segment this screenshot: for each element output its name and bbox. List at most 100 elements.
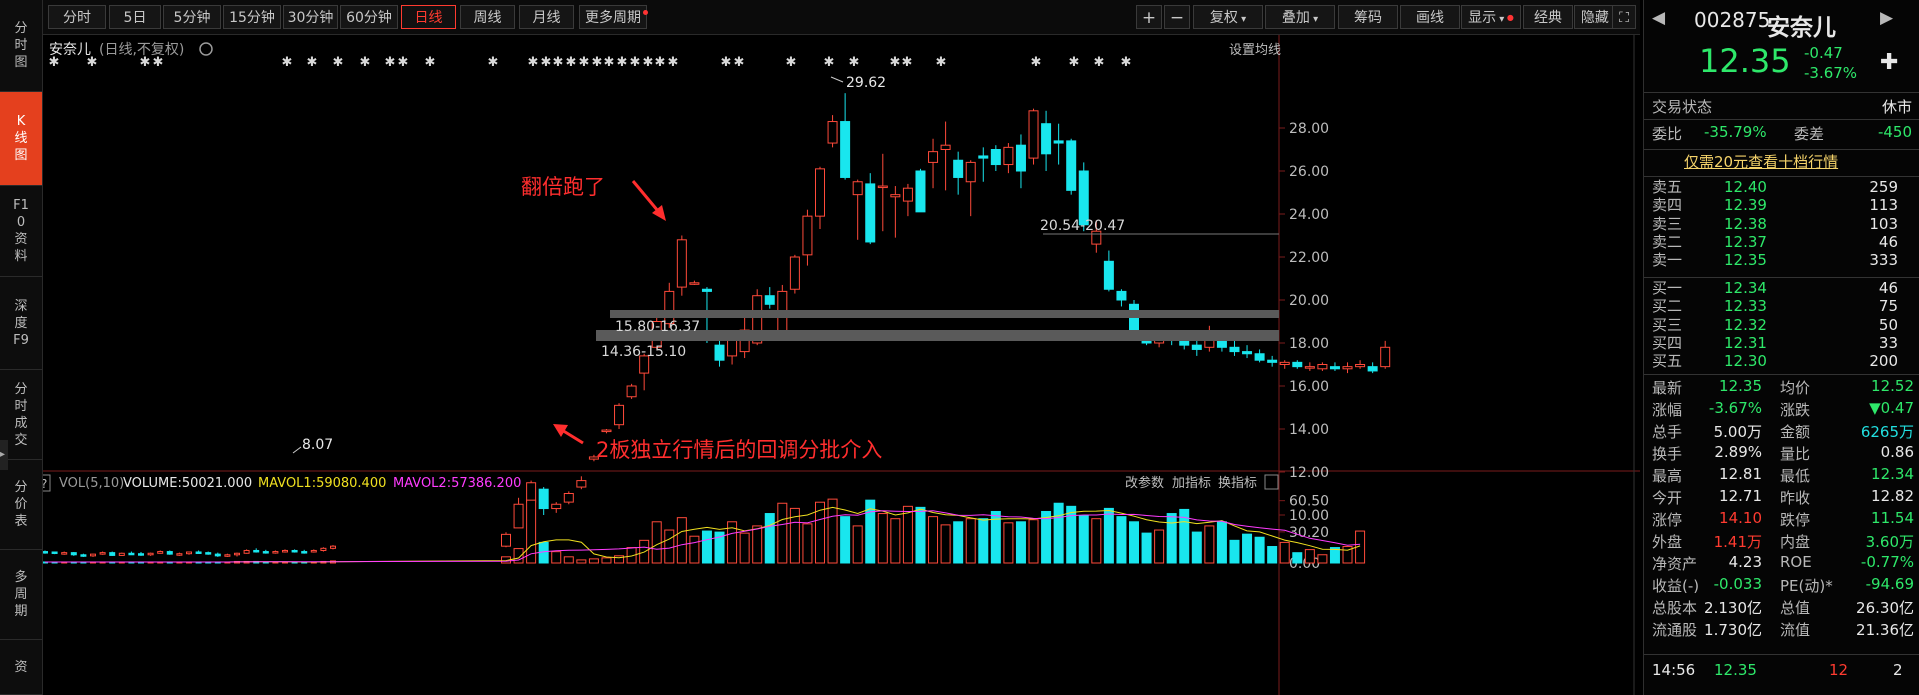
orderbook-row[interactable]: 卖二 12.37 46 (1644, 233, 1919, 251)
annotation-arrowhead-bottom (553, 424, 568, 437)
event-marker-icon: ✱ (553, 55, 564, 70)
volume-bar (840, 516, 851, 564)
stat-label: 均价 (1780, 379, 1811, 397)
left-tab-1[interactable]: K线图 (0, 92, 42, 186)
period-tab-9[interactable]: 更多周期 (579, 5, 647, 29)
orderbook-row[interactable]: 买一 12.34 46 (1644, 279, 1919, 297)
candle-body (626, 385, 637, 398)
toolbar-button-0[interactable]: 复权 ▾ (1193, 5, 1263, 29)
left-tab-3[interactable]: 深度F9 (0, 277, 42, 370)
settings-gear-icon (199, 42, 213, 56)
candle-body (1292, 361, 1303, 368)
volume-bar (588, 558, 599, 564)
candle-body (138, 553, 144, 556)
event-marker-icon: ✱ (824, 55, 835, 70)
quote-panel: ◀ 002875 安奈儿 ▶ 12.35 -0.47 -3.67% ✚ 交易状态… (1643, 0, 1919, 695)
candle-body (1267, 359, 1278, 363)
orderbook-row[interactable]: 卖五 12.40 259 (1644, 178, 1919, 196)
volume-bar (1053, 502, 1064, 564)
period-tab-8[interactable]: 月线 (519, 5, 574, 29)
orderbook-price: 12.31 (1724, 333, 1767, 352)
volume-bar (890, 518, 901, 564)
left-tab-label: K线图 (14, 114, 28, 163)
fullscreen-icon[interactable]: ⛶ (1612, 5, 1636, 29)
high-price-label: 29.62 (846, 75, 886, 91)
candle-body (815, 168, 825, 217)
promo-link[interactable]: 仅需20元查看十档行情 (1684, 151, 1838, 172)
kline-chart[interactable]: 安奈儿 (日线,不复权) 设置均线28.0026.0024.0022.0020.00… (43, 35, 1640, 695)
event-marker-icon: ✱ (721, 55, 732, 70)
volume-bar (752, 525, 763, 564)
toolbar-button-1[interactable]: 叠加 ▾ (1265, 5, 1335, 29)
zoom-in-button[interactable]: + (1136, 5, 1162, 29)
orderbook-row[interactable]: 买三 12.32 50 (1644, 316, 1919, 334)
orderbook-row[interactable]: 卖四 12.39 113 (1644, 196, 1919, 214)
toolbar-button-4[interactable]: 显示 ▾ ● (1461, 5, 1521, 29)
switch-indicator-button[interactable]: 换指标 (1218, 476, 1257, 491)
toolbar-button-label: 复权 (1209, 10, 1238, 26)
candle-body (301, 551, 308, 554)
period-tab-5[interactable]: 60分钟 (340, 5, 398, 29)
candle-body (501, 533, 511, 547)
period-tab-3[interactable]: 15分钟 (223, 5, 281, 29)
next-stock-icon[interactable]: ▶ (1880, 8, 1893, 28)
period-tab-2[interactable]: 5分钟 (163, 5, 221, 29)
toolbar-button-2[interactable]: 筹码 (1338, 5, 1398, 29)
orderbook-row[interactable]: 卖三 12.38 103 (1644, 215, 1919, 233)
volume-bar (1254, 536, 1265, 564)
orderbook-level: 卖二 (1652, 232, 1683, 251)
toolbar-button-3[interactable]: 画线 (1400, 5, 1460, 29)
period-tab-1[interactable]: 5日 (109, 5, 161, 29)
add-watchlist-icon[interactable]: ✚ (1880, 50, 1898, 75)
candle-body (1041, 123, 1052, 155)
tick-volume: 12 (1829, 661, 1849, 679)
left-tab-5[interactable]: 分价表 (0, 460, 42, 550)
left-tab-6[interactable]: 多周期 (0, 550, 42, 640)
candle-body (877, 185, 888, 189)
candle-body (689, 282, 700, 285)
prev-stock-icon[interactable]: ◀ (1652, 8, 1665, 28)
stat-value: 2.89% (1714, 443, 1762, 461)
candle-body (1367, 366, 1378, 372)
add-indicator-button[interactable]: 加指标 (1172, 476, 1211, 491)
left-tab-7[interactable]: 资 (0, 640, 42, 695)
orderbook-row[interactable]: 买四 12.31 33 (1644, 334, 1919, 352)
volume-bar (576, 559, 587, 564)
change-params-button[interactable]: 改参数 (1125, 475, 1164, 491)
price-change-pct: -3.67% (1804, 64, 1858, 82)
collapse-arrow-icon[interactable]: ▸ (0, 440, 8, 470)
orderbook-volume: 333 (1869, 251, 1898, 270)
left-tab-0[interactable]: 分时图 (0, 0, 42, 92)
orderbook-row[interactable]: 买五 12.30 200 (1644, 352, 1919, 370)
volume-bar (1015, 521, 1026, 564)
left-tab-2[interactable]: F10资料 (0, 186, 42, 277)
volume-bar (953, 521, 964, 564)
orderbook-row[interactable]: 卖一 12.35 333 (1644, 251, 1919, 269)
period-tab-7[interactable]: 周线 (460, 5, 515, 29)
period-tab-6[interactable]: 日线 (401, 5, 456, 29)
price-axis-label: 20.00 (1289, 293, 1329, 309)
volume-bar (1103, 507, 1114, 564)
volume-bar (1317, 554, 1328, 564)
candle-body (1191, 344, 1202, 350)
period-tab-4[interactable]: 30分钟 (283, 5, 338, 29)
candle-body (764, 295, 775, 305)
volume-bar (701, 530, 712, 564)
candle-body (827, 121, 838, 144)
stat-value: -0.77% (1860, 553, 1914, 571)
orderbook-volume: 33 (1878, 333, 1898, 352)
toolbar-button-5[interactable]: 经典 (1523, 5, 1573, 29)
candle-body (865, 183, 876, 243)
volume-bar (1166, 513, 1177, 564)
wc-value: -450 (1877, 123, 1912, 141)
stat-value: 12.82 (1871, 487, 1914, 505)
volume-bar (651, 521, 662, 564)
more-periods-dot (643, 10, 648, 15)
stat-row: 换手 2.89% 量比 0.86 (1644, 443, 1919, 465)
mavol2-value: MAVOL2:57386.200 (393, 476, 521, 491)
zoom-out-button[interactable]: − (1164, 5, 1190, 29)
period-tab-0[interactable]: 分时 (48, 5, 106, 29)
candle-body (840, 121, 851, 178)
stat-value: -3.67% (1708, 399, 1762, 417)
orderbook-row[interactable]: 买二 12.33 75 (1644, 297, 1919, 315)
